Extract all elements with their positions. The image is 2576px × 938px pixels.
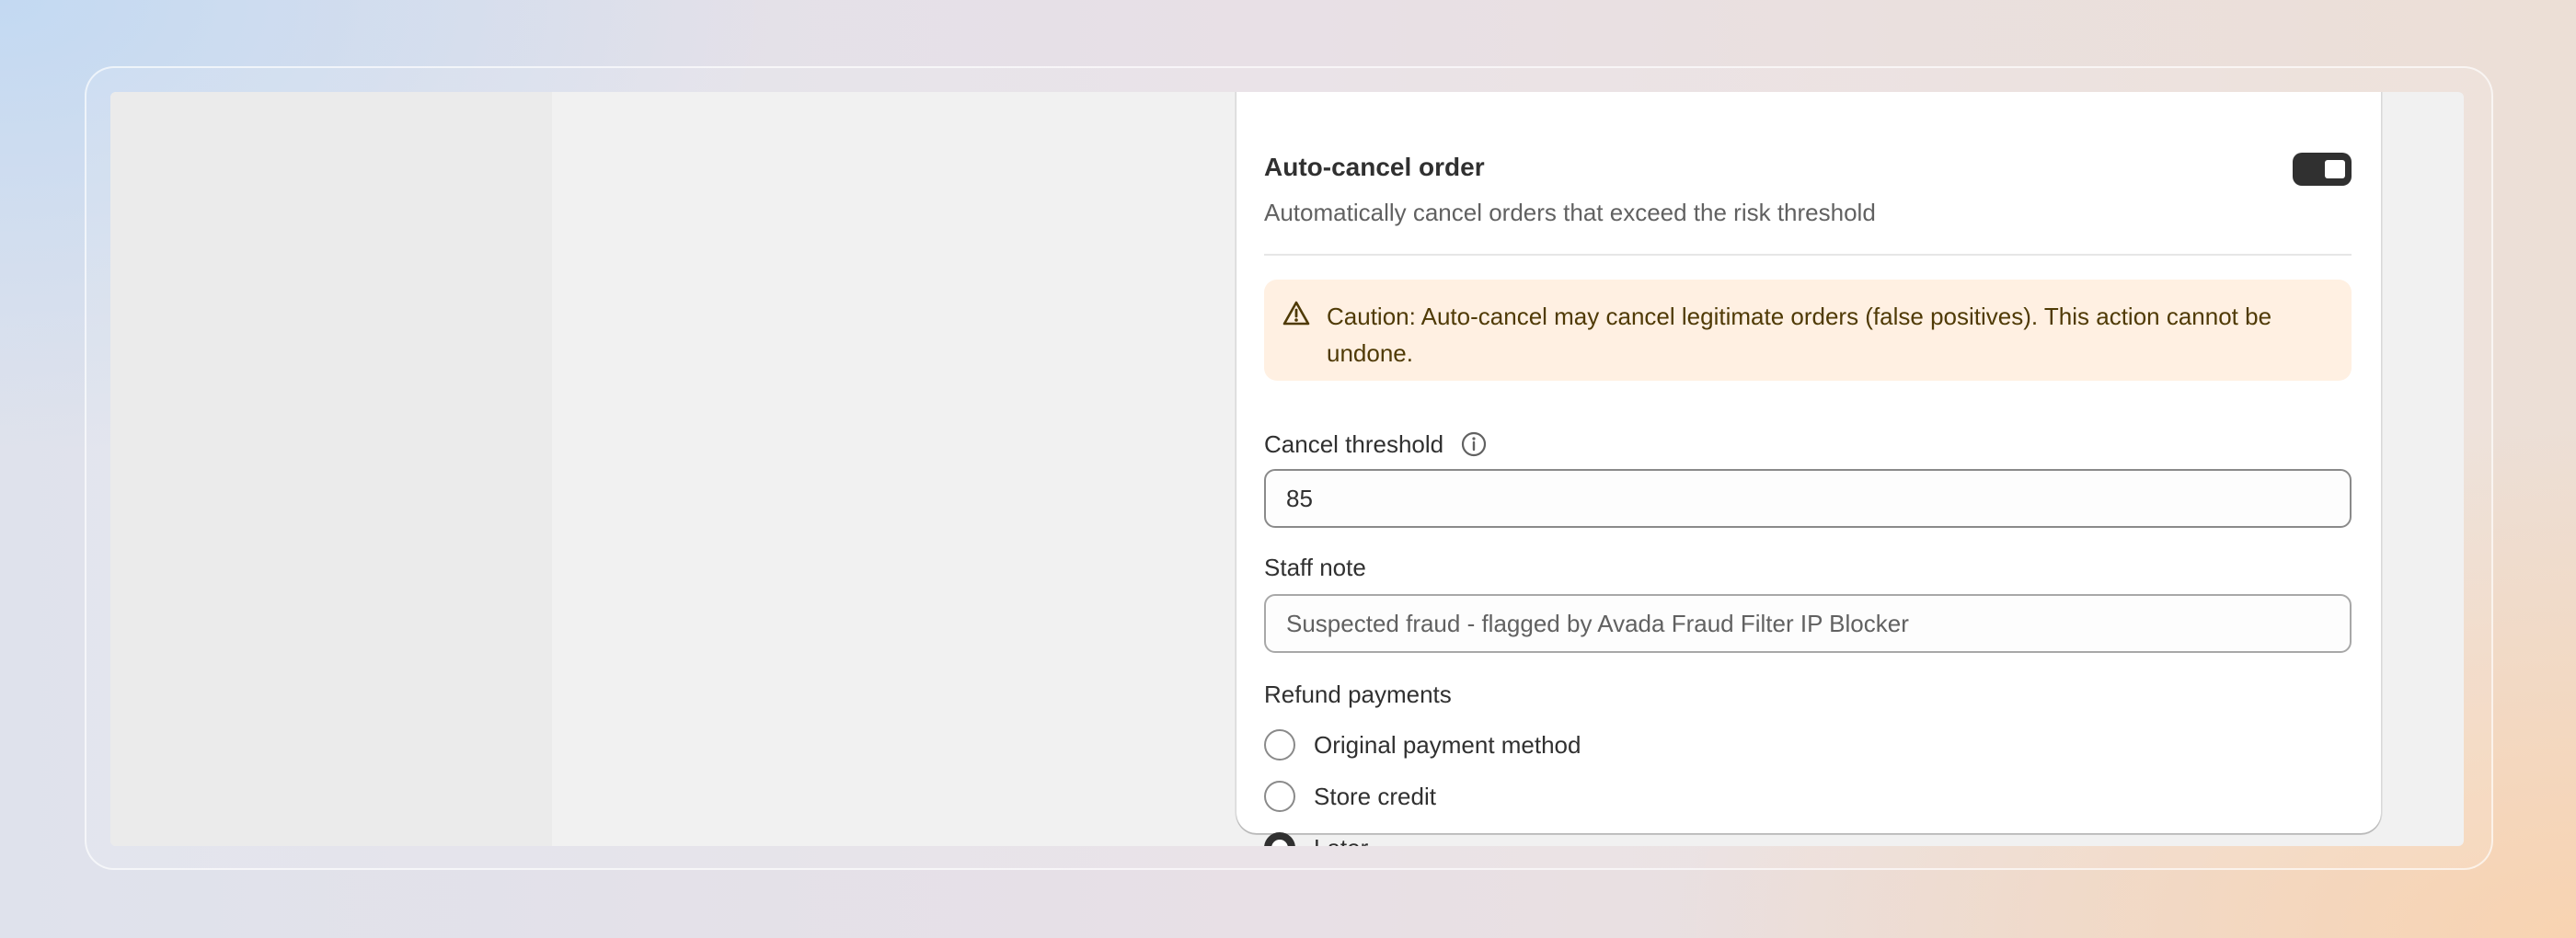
- caution-text: Caution: Auto-cancel may cancel legitima…: [1327, 303, 2272, 367]
- radio-original-payment[interactable]: [1264, 729, 1295, 761]
- refund-payments-label: Refund payments: [1264, 681, 1452, 708]
- radio-label-later: Later: [1314, 836, 1368, 846]
- info-icon[interactable]: [1460, 430, 1488, 458]
- cancel-threshold-label-row: Cancel threshold: [1264, 430, 1488, 458]
- radio-label-store-credit: Store credit: [1314, 783, 1436, 810]
- toggle-knob: [2325, 160, 2345, 178]
- cancel-threshold-input[interactable]: [1264, 469, 2352, 528]
- divider: [1264, 254, 2352, 256]
- staff-note-label-row: Staff note: [1264, 555, 1366, 579]
- caution-banner: Caution: Auto-cancel may cancel legitima…: [1264, 280, 2352, 381]
- staff-note-label: Staff note: [1264, 554, 1366, 581]
- app-window: Auto-cancel order Automatically cancel o…: [110, 92, 2464, 846]
- staff-note-input[interactable]: [1264, 594, 2352, 653]
- refund-option-original-payment[interactable]: Original payment method: [1264, 729, 1581, 761]
- radio-store-credit[interactable]: [1264, 781, 1295, 812]
- refund-payments-label-row: Refund payments: [1264, 682, 1452, 706]
- warning-triangle-icon: [1282, 300, 1310, 327]
- refund-option-later[interactable]: Later: [1264, 832, 1368, 846]
- radio-label-original-payment: Original payment method: [1314, 731, 1581, 759]
- cancel-threshold-label: Cancel threshold: [1264, 430, 1444, 458]
- refund-option-store-credit[interactable]: Store credit: [1264, 781, 1436, 812]
- auto-cancel-title: Auto-cancel order: [1264, 153, 1485, 181]
- auto-cancel-toggle[interactable]: [2293, 153, 2352, 186]
- auto-cancel-description: Automatically cancel orders that exceed …: [1264, 199, 1876, 226]
- app-sidebar: [110, 92, 552, 846]
- auto-cancel-card: Auto-cancel order Automatically cancel o…: [1236, 92, 2381, 846]
- radio-later[interactable]: [1264, 832, 1295, 846]
